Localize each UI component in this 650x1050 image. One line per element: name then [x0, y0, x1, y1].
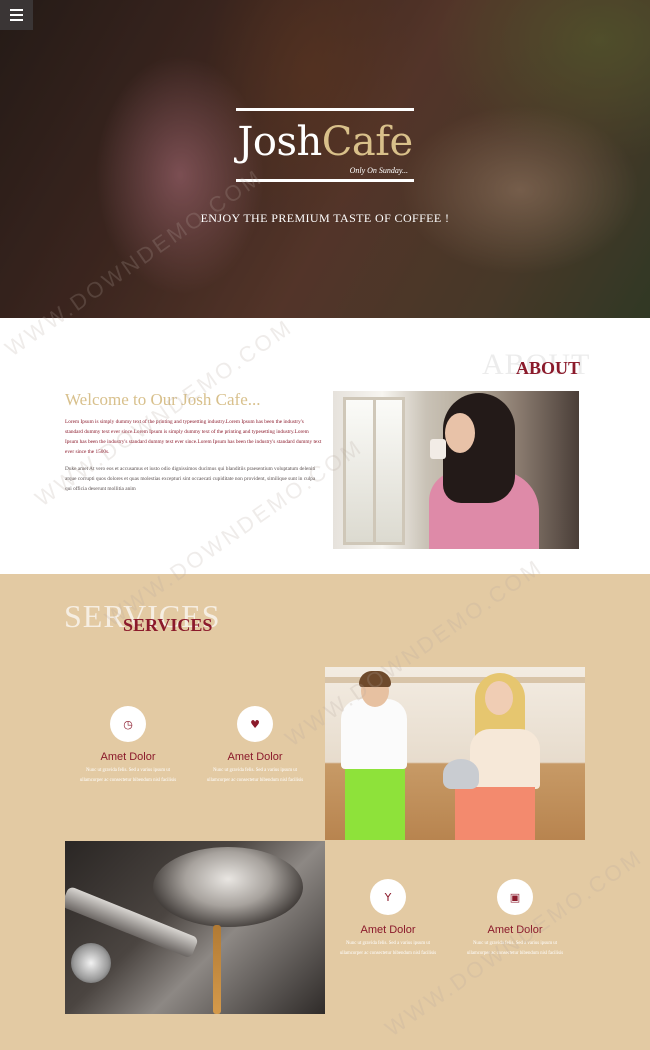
services-heading: SERVICES	[123, 615, 213, 635]
about-paragraph-2: Duke amet At vero eos et accusamus et iu…	[65, 466, 316, 492]
hamburger-menu-icon[interactable]	[0, 0, 33, 30]
service-text: Nunc ut gravida felis. Sed a varius ipsu…	[339, 941, 437, 956]
about-title: Welcome to Our Josh Cafe...	[65, 390, 261, 409]
logo-text: JoshCafe	[237, 119, 413, 165]
service-item[interactable]: Y Amet Dolor Nunc ut gravida felis. Sed …	[328, 879, 448, 959]
gift-icon: ▣	[497, 879, 533, 915]
service-text: Nunc ut gravida felis. Sed a varius ipsu…	[206, 768, 304, 783]
logo-top-rule	[236, 108, 414, 111]
about-photo-woman-coffee	[333, 391, 579, 549]
cocktail-glass-icon: Y	[370, 879, 406, 915]
hero-banner: JoshCafe Only On Sunday... ENJOY THE PRE…	[0, 0, 650, 318]
services-photo-espresso	[65, 841, 325, 1014]
about-paragraph-1: Lorem Ipsum is simply dummy text of the …	[65, 419, 322, 455]
service-item[interactable]: ♥ Amet Dolor Nunc ut gravida felis. Sed …	[195, 706, 315, 786]
services-section: SERVICES SERVICES ◷ Amet Dolor Nunc ut g…	[0, 574, 650, 1050]
service-title: Amet Dolor	[227, 751, 283, 763]
logo-tagline: Only On Sunday...	[349, 166, 408, 175]
service-title: Amet Dolor	[487, 924, 543, 936]
service-text: Nunc ut gravida felis. Sed a varius ipsu…	[79, 768, 177, 783]
site-logo[interactable]: JoshCafe Only On Sunday...	[236, 108, 414, 188]
service-item[interactable]: ▣ Amet Dolor Nunc ut gravida felis. Sed …	[455, 879, 575, 959]
logo-bottom-rule	[236, 179, 414, 182]
services-photo-couple-kitchen	[325, 667, 585, 840]
about-section: ABOUT ABOUT Welcome to Our Josh Cafe... …	[0, 318, 650, 574]
service-item[interactable]: ◷ Amet Dolor Nunc ut gravida felis. Sed …	[68, 706, 188, 786]
hero-tagline: ENJOY THE PREMIUM TASTE OF COFFEE !	[200, 211, 450, 225]
service-title: Amet Dolor	[360, 924, 416, 936]
service-text: Nunc ut gravida felis. Sed a varius ipsu…	[466, 941, 564, 956]
heart-icon: ♥	[237, 706, 273, 742]
clock-icon: ◷	[110, 706, 146, 742]
about-heading: ABOUT	[516, 358, 581, 378]
service-title: Amet Dolor	[100, 751, 156, 763]
